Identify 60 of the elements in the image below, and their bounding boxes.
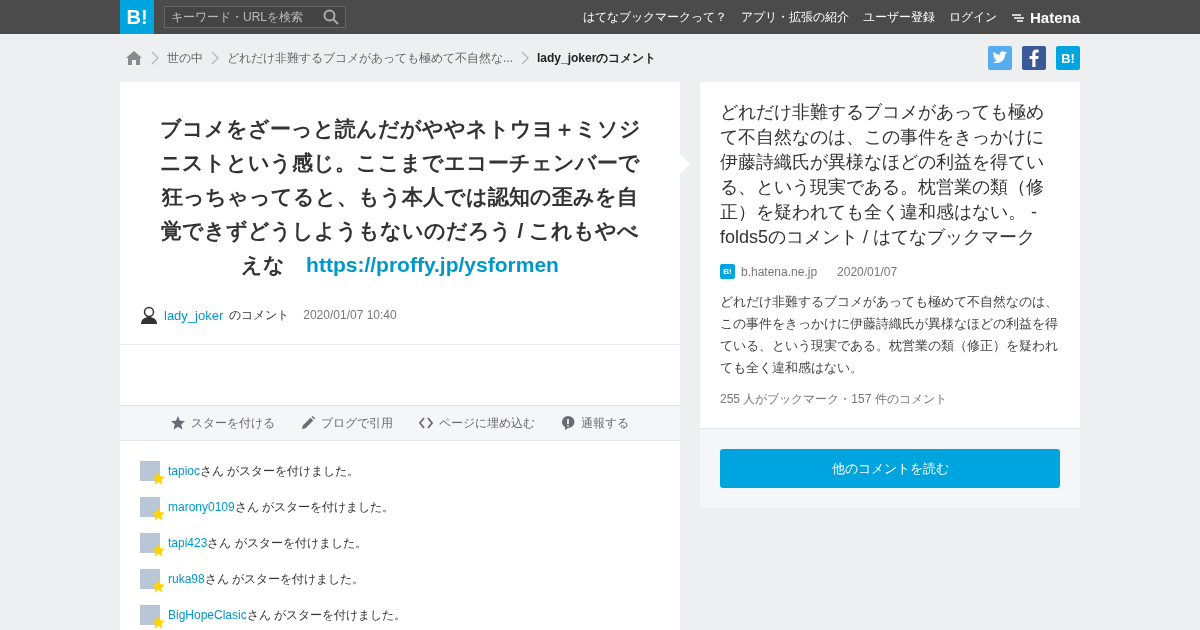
entry-description: どれだけ非難するブコメがあっても極めて不自然なのは、この事件をきっかけに伊藤詩織氏が異様なほどの利益を得ている、という現実である。枕営業の類（修正）を疑われても全く違和感はない。 (720, 293, 1059, 377)
username-link[interactable]: BigHopeClasic (168, 608, 247, 622)
action-link[interactable]: ページに埋め込む (419, 414, 535, 432)
nav-link[interactable]: ログイン (948, 8, 997, 26)
star-icon (152, 616, 165, 629)
chevron-icon (521, 51, 529, 65)
username-link[interactable]: tapioc (168, 464, 201, 478)
star-message: さん がスターを付けました。 (234, 498, 395, 516)
star-message: さん がスターを付けました。 (204, 570, 365, 588)
entry-date: 2020/01/07 (837, 264, 898, 279)
bookmark-share-button[interactable]: B! (1056, 46, 1080, 70)
f-share-button[interactable] (1022, 46, 1046, 70)
username-link[interactable]: marony0109 (168, 500, 235, 514)
avatar (140, 497, 160, 517)
f-letter-icon (1029, 49, 1039, 67)
comment-date: 2020/01/07 10:40 (303, 308, 397, 322)
username-link[interactable]: lady_joker (164, 307, 224, 323)
chevron-icon (151, 51, 159, 65)
breadcrumb-current: lady_jokerのコメント (537, 49, 657, 67)
read-comments-button[interactable]: 他のコメントを読む (720, 449, 1060, 488)
hatena-logo[interactable]: Hatena (1010, 8, 1080, 26)
speech-exclamation-icon (561, 416, 575, 430)
favicon: B! (720, 264, 735, 279)
code-icon (419, 416, 433, 430)
action-link[interactable]: 通報する (561, 414, 629, 432)
chevron-icon (211, 51, 219, 65)
person-icon (140, 306, 158, 324)
username-link[interactable]: ruka98 (168, 572, 205, 586)
star-icon (152, 544, 165, 557)
bookmark-count[interactable]: 255 人がブックマーク・157 件のコメント (720, 391, 1060, 408)
nav-link[interactable]: はてなブックマークって？ (582, 8, 727, 26)
action-link[interactable]: ブログで引用 (301, 414, 393, 432)
nav-link[interactable]: ユーザー登録 (862, 8, 935, 26)
home-icon (125, 50, 143, 66)
avatar (140, 533, 160, 553)
brand-name: Hatena (1029, 8, 1080, 26)
avatar (140, 461, 160, 481)
comment-text: ブコメをざーっと読んだがややネトウヨ＋ミソジニストという感じ。ここまでエコーチェンバーで狂っちゃってると、もう本人では認知の歪みを自覚できずどうしようもないのだろう / これもやべえな https://proffy.jp/ysformen (158, 116, 642, 279)
search-field[interactable]: キーワード・URLを検索 (164, 6, 346, 28)
action-link[interactable]: スターを付ける (171, 414, 275, 432)
star-icon (152, 508, 165, 521)
link[interactable]: https://proffy.jp/ysformen (306, 253, 559, 276)
breadcrumb-link[interactable]: 世の中 (167, 49, 203, 67)
logo[interactable]: B! (120, 0, 154, 34)
comment-label: のコメント (229, 306, 290, 324)
search-icon (323, 9, 339, 25)
breadcrumb-link[interactable]: どれだけ非難するブコメがあっても極めて不自然な... (227, 49, 513, 67)
star-message: さん がスターを付けました。 (246, 606, 407, 624)
entry-domain: b.hatena.ne.jp (741, 264, 818, 279)
avatar (140, 605, 160, 625)
pencil-icon (301, 416, 315, 430)
avatar (140, 569, 160, 589)
star-message: さん がスターを付けました。 (200, 462, 360, 480)
entry-title[interactable]: どれだけ非難するブコメがあっても極めて不自然なのは、この事件をきっかけに伊藤詩織氏が異様なほどの利益を得ている、という現実である。枕営業の類（修正）を疑われても全く違和感はない。 - folds5のコメント / はてなブックマーク (720, 100, 1060, 250)
star-icon (152, 580, 165, 593)
username-link[interactable]: tapi423 (168, 536, 208, 550)
star-icon (171, 416, 185, 430)
star-message: さん がスターを付けました。 (207, 534, 367, 552)
nav-link[interactable]: アプリ・拡張の紹介 (740, 8, 849, 26)
star-icon (152, 472, 165, 485)
